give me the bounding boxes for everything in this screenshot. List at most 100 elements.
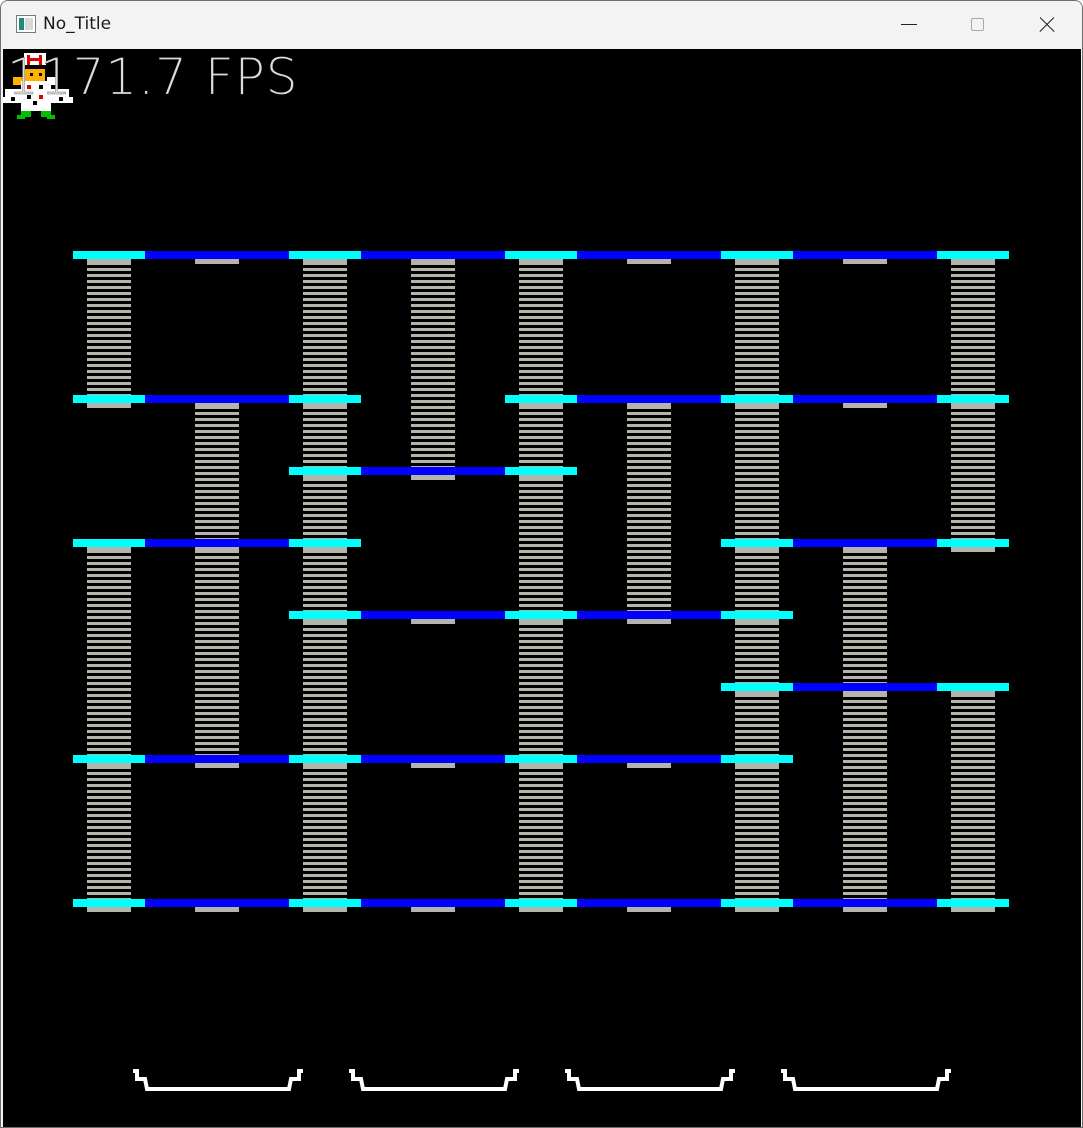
ladder-rung bbox=[195, 490, 239, 493]
ladder-rung bbox=[519, 316, 563, 319]
ladder-rung bbox=[735, 376, 779, 379]
ladder-rung bbox=[303, 448, 347, 451]
ladder-rung bbox=[303, 628, 347, 631]
ladder-rung bbox=[735, 880, 779, 883]
ladder-rung bbox=[735, 334, 779, 337]
ladder-rung bbox=[951, 892, 995, 895]
ladder-rung bbox=[87, 856, 131, 859]
ladder-rung bbox=[951, 364, 995, 367]
ladder-rung bbox=[843, 592, 887, 595]
ladder-rung bbox=[303, 664, 347, 667]
ladder-rung bbox=[951, 826, 995, 829]
ladder-rung bbox=[843, 598, 887, 601]
floor-stub bbox=[411, 907, 455, 912]
ladder-rung bbox=[303, 526, 347, 529]
ladder-rung bbox=[519, 694, 563, 697]
ladder-rung bbox=[87, 592, 131, 595]
floor-joint bbox=[289, 755, 361, 763]
ladder-rung bbox=[303, 658, 347, 661]
floor-stub bbox=[735, 619, 779, 624]
ladder-rung bbox=[519, 736, 563, 739]
ladder-rung bbox=[87, 772, 131, 775]
ladder-rung bbox=[519, 430, 563, 433]
ladder-rung bbox=[735, 556, 779, 559]
ladder-rung bbox=[195, 634, 239, 637]
ladder-rung bbox=[843, 622, 887, 625]
ladder-rung bbox=[195, 694, 239, 697]
ladder-rung bbox=[303, 346, 347, 349]
ladder-rung bbox=[87, 604, 131, 607]
ladder-rung bbox=[951, 850, 995, 853]
ladder-rung bbox=[303, 850, 347, 853]
ladder-rung bbox=[411, 340, 455, 343]
ladder-rung bbox=[843, 784, 887, 787]
ladder-rung bbox=[195, 514, 239, 517]
ladder-rung bbox=[303, 502, 347, 505]
ladder-rung bbox=[87, 826, 131, 829]
ladder-rung bbox=[951, 508, 995, 511]
floor-segment bbox=[181, 251, 253, 259]
game-canvas[interactable]: 1171.7 FPS bbox=[3, 49, 1081, 1127]
ladder-rung bbox=[843, 820, 887, 823]
ladder-rung bbox=[519, 448, 563, 451]
ladder-rung bbox=[735, 292, 779, 295]
minimize-button[interactable] bbox=[874, 1, 944, 48]
ladder-rung bbox=[303, 790, 347, 793]
ladder-rung bbox=[951, 526, 995, 529]
ladder-rung bbox=[195, 454, 239, 457]
ladder-rung bbox=[843, 808, 887, 811]
ladder-rung bbox=[519, 532, 563, 535]
ladder-rung bbox=[195, 646, 239, 649]
floor-joint bbox=[721, 539, 793, 547]
ladder-rung bbox=[951, 760, 995, 763]
ladder-rung bbox=[735, 862, 779, 865]
ladder-rung bbox=[735, 268, 779, 271]
ladder-rung bbox=[627, 430, 671, 433]
floor-segment bbox=[613, 395, 685, 403]
ladder-rung bbox=[627, 490, 671, 493]
ladder-rung bbox=[519, 424, 563, 427]
floor-segment bbox=[613, 899, 685, 907]
floor-stub bbox=[627, 907, 671, 912]
close-icon bbox=[1039, 17, 1055, 33]
ladder-rung bbox=[519, 304, 563, 307]
ladder-rung bbox=[303, 286, 347, 289]
close-button[interactable] bbox=[1012, 1, 1082, 48]
ladder-rung bbox=[519, 292, 563, 295]
ladder-rung bbox=[411, 448, 455, 451]
floor-stub bbox=[735, 763, 779, 768]
ladder-rung bbox=[195, 664, 239, 667]
ladder-rung bbox=[87, 268, 131, 271]
ladder-rung bbox=[843, 754, 887, 757]
ladder-rung bbox=[195, 466, 239, 469]
ladder-rung bbox=[735, 574, 779, 577]
ladder-rung bbox=[735, 814, 779, 817]
ladder-rung bbox=[87, 700, 131, 703]
ladder-rung bbox=[87, 652, 131, 655]
ladder-rung bbox=[843, 742, 887, 745]
ladder-rung bbox=[735, 850, 779, 853]
ladder-rung bbox=[87, 622, 131, 625]
ladder-rung bbox=[519, 628, 563, 631]
ladder-rung bbox=[195, 418, 239, 421]
maximize-button[interactable] bbox=[942, 1, 1012, 48]
ladder-rung bbox=[195, 700, 239, 703]
ladder-rung bbox=[303, 436, 347, 439]
ladder-rung bbox=[735, 592, 779, 595]
ladder-rung bbox=[843, 724, 887, 727]
ladder-rung bbox=[627, 496, 671, 499]
ladder-rung bbox=[627, 544, 671, 547]
floor-segment bbox=[829, 683, 901, 691]
ladder-rung bbox=[195, 610, 239, 613]
ladder-rung bbox=[627, 418, 671, 421]
ladder-rung bbox=[195, 604, 239, 607]
ladder-rung bbox=[951, 886, 995, 889]
ladder-rung bbox=[195, 526, 239, 529]
ladder-rung bbox=[519, 796, 563, 799]
ladder-rung bbox=[519, 790, 563, 793]
ladder-rung bbox=[303, 844, 347, 847]
ladder-rung bbox=[303, 490, 347, 493]
title-bar[interactable]: No_Title bbox=[1, 1, 1082, 48]
ladder-rung bbox=[843, 814, 887, 817]
ladder-rung bbox=[627, 436, 671, 439]
